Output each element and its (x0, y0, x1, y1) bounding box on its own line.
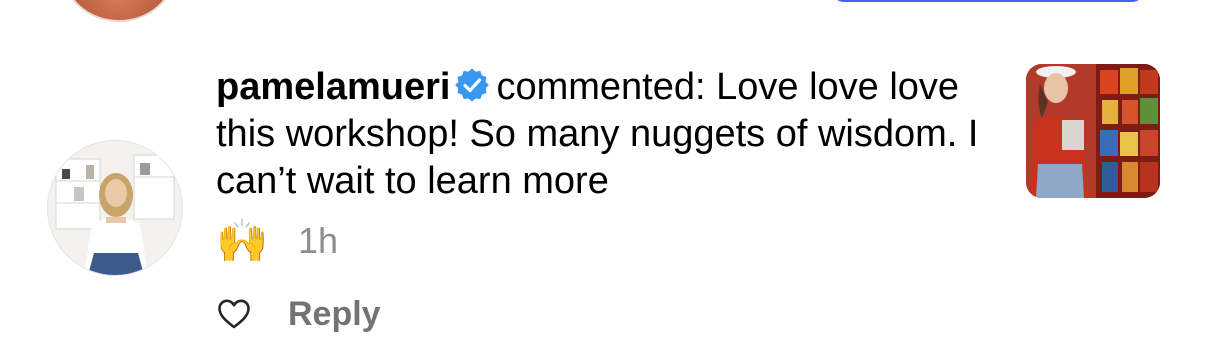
comment-meta: 🙌 1h (216, 206, 338, 266)
comment-actions: Reply (216, 292, 381, 336)
previous-avatar (62, 0, 176, 22)
comment-text-block: pamelamueri commented: Love love love th… (216, 64, 1016, 205)
user-avatar[interactable] (47, 140, 183, 276)
timestamp: 1h (298, 220, 339, 261)
reply-button[interactable]: Reply (288, 295, 381, 334)
heart-icon[interactable] (216, 296, 252, 332)
post-thumbnail[interactable] (1026, 64, 1160, 198)
previous-button[interactable] (832, 0, 1144, 2)
username-link[interactable]: pamelamueri (216, 66, 450, 108)
verified-badge-icon (454, 67, 490, 103)
raising-hands-emoji: 🙌 (216, 216, 269, 265)
